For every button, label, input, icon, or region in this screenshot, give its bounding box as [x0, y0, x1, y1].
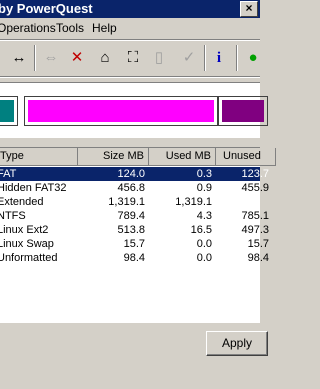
partition-list: Type Size MB Used MB Unused FAT 124.0 0.3 1…	[0, 147, 276, 323]
apply-changes-button[interactable]: ●	[242, 47, 264, 69]
type-cell: Extended	[0, 196, 44, 208]
table-row[interactable]: Linux Swap 15.7 0.0 15.7	[0, 237, 269, 251]
delete-icon: ✕	[70, 49, 84, 66]
size-cell: 513.8	[117, 224, 145, 236]
used-cell: 16.5	[190, 224, 212, 236]
disk-map	[0, 82, 268, 138]
table-row[interactable]: FAT 124.0 0.3 123.7	[0, 167, 269, 181]
copy-icon: ⇔	[43, 49, 59, 66]
check-button[interactable]: ✓	[178, 47, 200, 69]
info-icon: i	[216, 50, 222, 66]
used-cell: 1,319.1	[175, 196, 212, 208]
menu-help[interactable]: Help	[92, 18, 117, 38]
blank-button[interactable]: ▯	[148, 47, 170, 69]
size-cell: 15.7	[123, 238, 145, 250]
used-cell: 4.3	[196, 210, 212, 222]
unused-cell: 497.3	[241, 224, 269, 236]
table-row[interactable]: Unformatted 98.4 0.0 98.4	[0, 251, 269, 265]
table-row[interactable]: Linux Ext2 513.8 16.5 497.3	[0, 223, 269, 237]
column-header-size[interactable]: Size MB	[78, 148, 149, 166]
title-bar: by PowerQuest ×	[0, 0, 260, 18]
menu-tools[interactable]: Tools	[56, 18, 84, 38]
type-cell: NTFS	[0, 210, 26, 222]
used-cell: 0.9	[196, 182, 212, 194]
size-cell: 98.4	[123, 252, 145, 264]
apply-button[interactable]: Apply	[206, 331, 268, 356]
apply-changes-icon: ●	[248, 49, 258, 66]
unused-cell: 98.4	[247, 252, 269, 264]
type-cell: Linux Ext2	[0, 224, 49, 236]
toolbar-separator-line	[0, 76, 260, 78]
type-cell: Hidden FAT32	[0, 182, 67, 194]
copy-button[interactable]: ⇔	[40, 47, 62, 69]
size-cell: 1,319.1	[108, 196, 145, 208]
table-row[interactable]: Extended 1,319.1 1,319.1	[0, 195, 260, 209]
menu-operations[interactable]: Operations	[0, 18, 56, 38]
column-header-type[interactable]: Type	[0, 148, 78, 166]
toolbar-separator	[34, 45, 36, 71]
close-button[interactable]: ×	[240, 1, 258, 17]
type-cell: FAT	[0, 168, 17, 180]
used-cell: 0.0	[196, 238, 212, 250]
unused-cell: 785.1	[241, 210, 269, 222]
size-cell: 456.8	[117, 182, 145, 194]
toolbar-separator	[236, 45, 238, 71]
unused-cell: 123.7	[241, 168, 269, 180]
table-row[interactable]: NTFS 789.4 4.3 785.1	[0, 209, 269, 223]
resize-icon: ↔	[11, 49, 27, 66]
size-cell: 124.0	[117, 168, 145, 180]
toolbar: ↔ ⇔ ✕ ⌂ ⛶ ▯ ✓ i ●	[0, 41, 260, 75]
column-header-used[interactable]: Used MB	[149, 148, 216, 166]
info-button[interactable]: i	[208, 47, 230, 69]
partition-block-extended[interactable]	[24, 96, 218, 126]
type-cell: Linux Swap	[0, 238, 54, 250]
type-cell: Unformatted	[0, 252, 58, 264]
column-header-unused[interactable]: Unused	[216, 148, 276, 166]
menu-bar: Operations Tools Help	[0, 18, 260, 38]
delete-button[interactable]: ✕	[66, 47, 88, 69]
check-icon: ✓	[182, 49, 196, 66]
partition-block-other[interactable]	[218, 96, 268, 126]
toolbar-separator	[204, 45, 206, 71]
unused-cell: 15.7	[247, 238, 269, 250]
table-row[interactable]: Hidden FAT32 456.8 0.9 455.9	[0, 181, 269, 195]
used-cell: 0.0	[196, 252, 212, 264]
resize-button[interactable]: ↔	[8, 47, 30, 69]
info-blank-icon: ▯	[154, 49, 164, 66]
partition-block-fat[interactable]	[0, 96, 18, 126]
size-cell: 789.4	[117, 210, 145, 222]
format-button[interactable]: ⛶	[122, 47, 144, 69]
unused-cell: 455.9	[241, 182, 269, 194]
used-cell: 0.3	[196, 168, 212, 180]
label-button[interactable]: ⌂	[94, 47, 116, 69]
window-title: by PowerQuest	[0, 1, 93, 16]
label-icon: ⌂	[100, 49, 110, 66]
format-icon: ⛶	[127, 49, 139, 66]
